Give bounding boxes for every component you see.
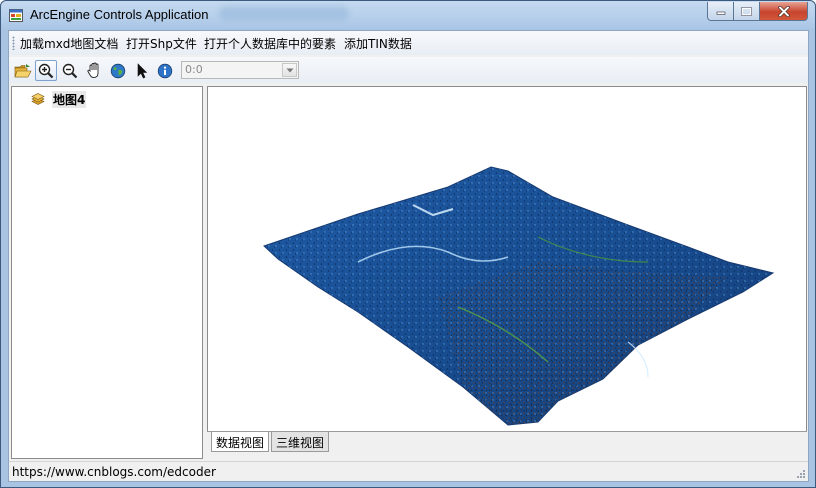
menu-add-tin[interactable]: 添加TIN数据 bbox=[344, 35, 412, 52]
tab-data-view[interactable]: 数据视图 bbox=[211, 432, 270, 452]
toc-map-node[interactable]: 地图4 bbox=[30, 90, 87, 108]
status-text: https://www.cnblogs.com/edcoder bbox=[12, 465, 216, 479]
map-toolbar: 0:0 bbox=[9, 57, 808, 83]
minimize-icon bbox=[716, 11, 725, 15]
menu-bar: 加载mxd地图文档 打开Shp文件 打开个人数据库中的要素 添加TIN数据 bbox=[9, 31, 808, 55]
identify-icon bbox=[157, 63, 173, 78]
open-folder-icon bbox=[14, 63, 32, 77]
map-view[interactable] bbox=[207, 86, 807, 432]
scale-dropdown-button[interactable] bbox=[282, 63, 297, 77]
pan-hand-icon bbox=[86, 62, 98, 78]
scale-value: 0:0 bbox=[185, 63, 203, 76]
tab-3d-view[interactable]: 三维视图 bbox=[271, 432, 330, 452]
menu-open-personal-gdb[interactable]: 打开个人数据库中的要素 bbox=[204, 35, 336, 52]
view-tabs: 数据视图 三维视图 bbox=[207, 431, 807, 453]
title-background-blur bbox=[219, 6, 349, 20]
chevron-down-icon bbox=[286, 68, 293, 72]
zoom-in-icon bbox=[38, 63, 54, 78]
menu-open-shp[interactable]: 打开Shp文件 bbox=[126, 35, 197, 52]
client-area: 加载mxd地图文档 打开Shp文件 打开个人数据库中的要素 添加TIN数据 0:… bbox=[8, 30, 809, 482]
layers-icon bbox=[31, 93, 45, 105]
table-of-contents[interactable]: 地图4 bbox=[11, 86, 203, 459]
map-name-label: 地图4 bbox=[52, 90, 87, 108]
window-title: ArcEngine Controls Application bbox=[30, 7, 209, 22]
pan-button[interactable] bbox=[83, 60, 105, 81]
full-extent-button[interactable] bbox=[107, 60, 129, 81]
zoom-out-button[interactable] bbox=[59, 60, 81, 81]
menu-load-mxd[interactable]: 加载mxd地图文档 bbox=[20, 35, 118, 52]
select-button[interactable] bbox=[131, 60, 153, 81]
status-bar: https://www.cnblogs.com/edcoder bbox=[9, 461, 808, 481]
zoom-out-icon bbox=[62, 63, 78, 78]
maximize-button[interactable] bbox=[734, 2, 760, 21]
minimize-button[interactable] bbox=[707, 2, 734, 21]
close-icon bbox=[777, 5, 790, 17]
app-window: ArcEngine Controls Application 加载mxd地图文档… bbox=[0, 0, 816, 488]
zoom-in-button[interactable] bbox=[35, 60, 57, 81]
open-document-button[interactable] bbox=[12, 60, 34, 81]
select-arrow-icon bbox=[137, 62, 148, 78]
title-bar[interactable]: ArcEngine Controls Application bbox=[1, 1, 815, 29]
full-extent-globe-icon bbox=[110, 63, 126, 78]
identify-button[interactable] bbox=[154, 60, 176, 81]
app-icon bbox=[9, 9, 23, 22]
close-button[interactable] bbox=[760, 2, 808, 21]
terrain-surface-image bbox=[263, 166, 775, 426]
maximize-icon bbox=[741, 6, 752, 16]
scale-combobox[interactable]: 0:0 bbox=[181, 61, 299, 79]
resize-grip-icon[interactable] bbox=[795, 468, 806, 479]
menubar-grip[interactable] bbox=[12, 36, 15, 50]
